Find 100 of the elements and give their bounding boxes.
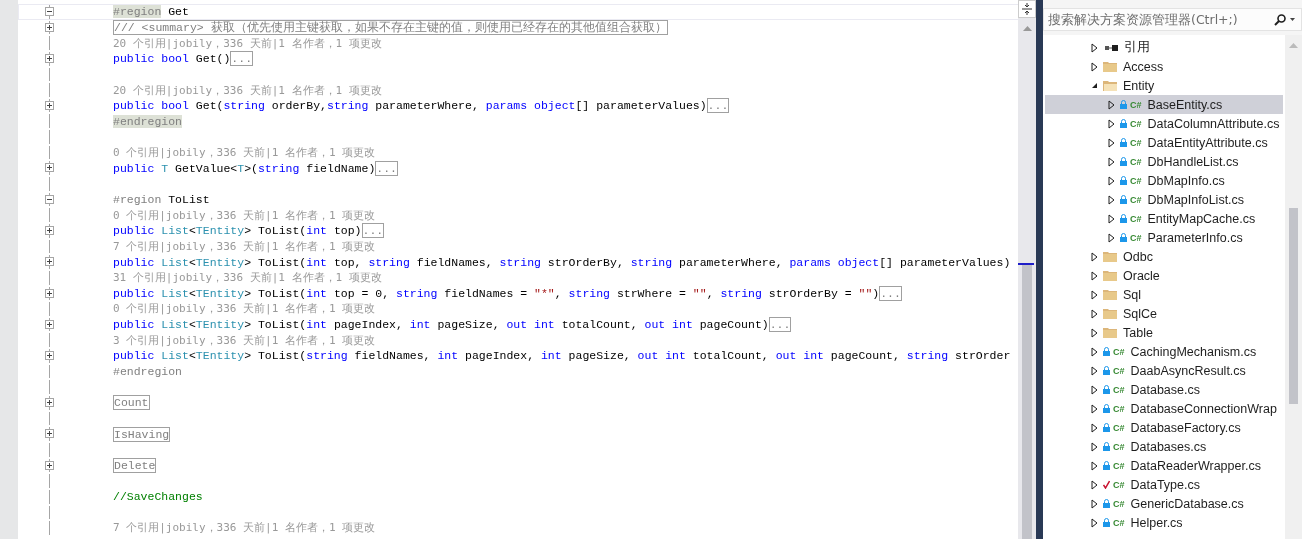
dropdown-caret-icon[interactable] [1290,18,1295,21]
collapsed-arrow-icon[interactable] [1091,308,1098,319]
collapsed-arrow-icon[interactable] [1091,270,1098,281]
code-lens: 7 个引用|jobily，336 天前|1 名作者，1 项更改 [113,239,376,253]
collapsed-arrow-icon[interactable] [1091,403,1098,414]
file-type-label: C# [1130,99,1142,110]
tree-item[interactable]: Entity [1045,76,1283,95]
file-type-label: C# [1130,232,1142,243]
tree-item[interactable]: 引用 [1045,38,1283,57]
tree-item[interactable]: C# DaabAsyncResult.cs [1045,361,1283,380]
collapsed-arrow-icon[interactable] [1091,479,1098,490]
file-type-label: C# [1130,118,1142,129]
tree-item[interactable]: C# BaseEntity.cs [1045,95,1283,114]
tree-item[interactable]: C# GenericDatabase.cs [1045,494,1283,513]
collapsed-arrow-icon[interactable] [1091,422,1098,433]
region-directive: #endregion [113,114,182,128]
tree-item[interactable]: C# Databases.cs [1045,437,1283,456]
tree-item[interactable]: C# DbHandleList.cs [1045,152,1283,171]
tree-item[interactable]: C# DataReaderWrapper.cs [1045,456,1283,475]
lock-icon [1103,423,1110,432]
collapsed-arrow-icon[interactable] [1108,213,1115,224]
collapsed-arrow-icon[interactable] [1091,365,1098,376]
code-lens: 20 个引用|jobily，336 天前|1 名作者，1 项更改 [113,83,382,97]
tree-item[interactable]: Table [1045,323,1283,342]
collapsed-arrow-icon[interactable] [1091,61,1098,72]
lock-icon [1103,404,1110,413]
collapse-toggle[interactable] [45,7,54,16]
tree-item[interactable]: C# Helper.cs [1045,513,1283,532]
search-field[interactable]: 搜索解决方案资源管理器(Ctrl+;) [1043,8,1302,31]
expand-toggle[interactable] [45,319,54,329]
expand-toggle[interactable] [45,100,54,110]
expanded-arrow-icon[interactable] [1091,82,1098,89]
expand-toggle[interactable] [45,53,54,63]
tree-item[interactable]: C# DbMapInfoList.cs [1045,190,1283,209]
tree-item[interactable]: C# DataEntityAttribute.cs [1045,133,1283,152]
tree-item[interactable]: C# DbMapInfo.cs [1045,171,1283,190]
folder-icon [1103,79,1118,92]
lock-icon [1103,366,1110,375]
collapsed-arrow-icon[interactable] [1091,441,1098,452]
collapsed-arrow-icon[interactable] [1091,42,1098,53]
expand-toggle[interactable] [45,429,54,439]
expand-toggle[interactable] [45,257,54,267]
code-line: public List<TEntity> ToList(int top = 0, string fieldNames = "*", string strWhere = "", string strOrderBy = "")... [113,285,902,301]
lock-icon [1120,100,1127,109]
file-type-label: C# [1113,517,1125,528]
code-line: public List<TEntity> ToList(int top)... [113,223,385,239]
collapsed-arrow-icon[interactable] [1091,460,1098,471]
expand-toggle[interactable] [45,225,54,235]
tree-item[interactable]: C# DataType.cs [1045,475,1283,494]
tree-item[interactable]: Access [1045,57,1283,76]
file-type-label: C# [1113,384,1125,395]
scrollbar-thumb[interactable] [1022,265,1032,539]
lock-icon [1120,138,1127,147]
collapsed-arrow-icon[interactable] [1091,251,1098,262]
tree-item[interactable]: C# DatabaseFactory.cs [1045,418,1283,437]
collapsed-arrow-icon[interactable] [1091,517,1098,528]
collapsed-arrow-icon[interactable] [1091,346,1098,357]
tree-item[interactable]: C# CachingMechanism.cs [1045,342,1283,361]
collapsed-arrow-icon[interactable] [1108,99,1115,110]
code-line: public bool Get(string orderBy,string parameterWhere, params object[] parameterValues)... [113,98,730,114]
collapsed-arrow-icon[interactable] [1108,194,1115,205]
lock-icon [1120,214,1127,223]
collapsed-arrow-icon[interactable] [1091,384,1098,395]
expand-toggle[interactable] [45,163,54,173]
lock-icon [1120,195,1127,204]
expand-toggle[interactable] [45,288,54,298]
code-comment: //SaveChanges [113,490,203,504]
search-icon[interactable] [1274,13,1286,26]
tree-item[interactable]: C# DatabaseConnectionWrap [1045,399,1283,418]
collapsed-arrow-icon[interactable] [1091,289,1098,300]
collapsed-arrow-icon[interactable] [1108,232,1115,243]
file-type-label: C# [1130,194,1142,205]
collapsed-arrow-icon[interactable] [1108,156,1115,167]
checkmark-icon [1103,480,1110,489]
tree-item[interactable]: Odbc [1045,247,1283,266]
collapsed-region: Delete [113,457,157,473]
tree-item[interactable]: Oracle [1045,266,1283,285]
expand-toggle[interactable] [45,351,54,361]
split-window-button[interactable] [1018,0,1036,18]
collapsed-arrow-icon[interactable] [1108,137,1115,148]
collapse-toggle[interactable] [45,194,54,204]
code-lens: 0 个引用|jobily，336 天前|1 名作者，1 项更改 [113,208,376,222]
tree-item[interactable]: SqlCe [1045,304,1283,323]
tree-item[interactable]: C# DataColumnAttribute.cs [1045,114,1283,133]
code-lens: 0 个引用|jobily，336 天前|1 名作者，1 项更改 [113,302,376,316]
expand-toggle[interactable] [45,398,54,407]
expand-toggle[interactable] [45,460,54,470]
scrollbar-thumb[interactable] [1289,208,1298,404]
collapsed-arrow-icon[interactable] [1091,327,1098,338]
tree-item[interactable]: C# ParameterInfo.cs [1045,228,1283,247]
code-line: public List<TEntity> ToList(string fieldNames, int pageIndex, int pageSize, out int totalCount, out int pageCount, string strOrder [113,349,1011,363]
tree-item[interactable]: Sql [1045,285,1283,304]
tree-item[interactable]: C# Database.cs [1045,380,1283,399]
expand-toggle[interactable] [45,22,54,32]
collapsed-arrow-icon[interactable] [1108,175,1115,186]
collapsed-arrow-icon[interactable] [1091,498,1098,509]
tree-item[interactable]: C# EntityMapCache.cs [1045,209,1283,228]
collapsed-arrow-icon[interactable] [1108,118,1115,129]
file-type-label: C# [1130,156,1142,167]
caret-position-marker [1018,263,1034,265]
